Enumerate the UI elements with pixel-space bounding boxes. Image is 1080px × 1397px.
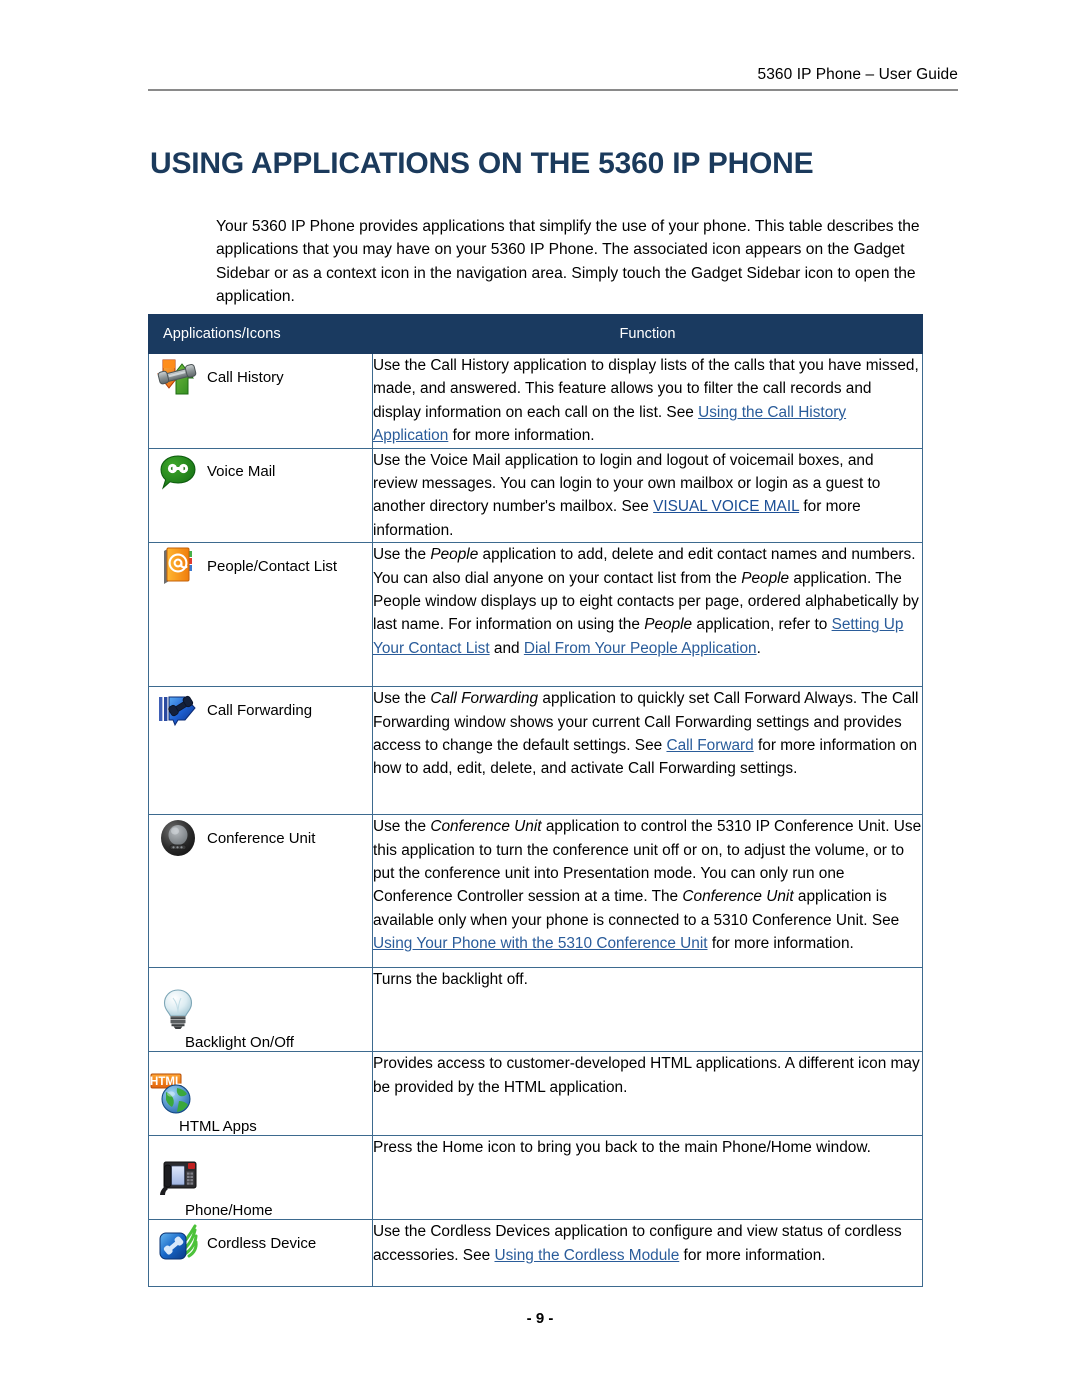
function-cell: Use the People application to add, delet… (372, 542, 923, 688)
backlight-icon (155, 986, 372, 1032)
icon-cell-call-forwarding: Call Forwarding (148, 686, 373, 816)
emphasis-text: People (644, 616, 693, 634)
icon-cell-phone-home: Phone/Home (148, 1135, 373, 1221)
people-contact-list-icon (155, 543, 201, 589)
conference-unit-icon (155, 815, 201, 861)
icon-cell-cordless-device: Cordless Device (148, 1219, 373, 1288)
call-history-icon (155, 354, 201, 400)
table-row: Conference Unit Use the Conference Unit … (148, 814, 923, 969)
function-cell: Use the Call Forwarding application to q… (372, 686, 923, 816)
icon-cell-html-apps: HTML HTML Apps (148, 1051, 373, 1137)
body-text: and (489, 639, 524, 657)
running-header-text: 5360 IP Phone – User Guide (757, 66, 958, 83)
function-cell: Use the Cordless Devices application to … (372, 1219, 923, 1288)
table-row: Backlight On/Off Turns the backlight off… (148, 967, 923, 1053)
cordless-device-icon (155, 1220, 201, 1266)
cross-reference-link[interactable]: Using Your Phone with the 5310 Conferenc… (373, 935, 708, 952)
icon-label: People/Contact List (207, 557, 338, 575)
body-text: Use the (373, 818, 431, 836)
icon-label: Phone/Home (185, 1202, 273, 1220)
table-row: Call Forwarding Use the Call Forwarding … (148, 686, 923, 816)
table-row: Voice Mail Use the Voice Mail applicatio… (148, 447, 923, 544)
icon-label: Call Forwarding (207, 701, 313, 719)
voice-mail-icon (155, 449, 201, 495)
page-title: USING APPLICATIONS ON THE 5360 IP PHONE (150, 147, 814, 181)
body-text: Use the (373, 690, 431, 708)
column-header-applications: Applications/Icons (148, 314, 373, 354)
emphasis-text: Call Forwarding (430, 690, 539, 708)
function-cell: Press the Home icon to bring you back to… (372, 1135, 923, 1221)
icon-cell-call-history: Call History (148, 353, 373, 449)
body-text: for more information. (448, 427, 595, 445)
emphasis-text: Conference Unit (682, 888, 794, 906)
body-text: . (756, 639, 761, 657)
icon-label: Call History (207, 368, 284, 386)
icon-label: Voice Mail (207, 463, 276, 481)
table-header-row: Applications/Icons Function (148, 314, 923, 354)
function-cell: Use the Call History application to disp… (372, 353, 923, 449)
body-text: for more information. (679, 1246, 826, 1264)
phone-home-icon (155, 1154, 372, 1200)
cross-reference-link[interactable]: Using the Cordless Module (494, 1247, 679, 1264)
cross-reference-link[interactable]: VISUAL VOICE MAIL (653, 498, 799, 515)
icon-cell-backlight: Backlight On/Off (148, 967, 373, 1053)
column-header-function: Function (372, 314, 923, 354)
call-forwarding-icon (155, 687, 201, 733)
function-cell: Turns the backlight off. (372, 967, 923, 1053)
emphasis-text: People (430, 546, 479, 564)
emphasis-text: Conference Unit (430, 818, 542, 836)
body-text: Turns the backlight off. (373, 971, 528, 989)
body-text: Use the (373, 546, 431, 564)
applications-table: Applications/Icons Function Call History… (148, 314, 923, 1288)
icon-label: Backlight On/Off (185, 1034, 294, 1052)
body-text: Press the Home icon to bring you back to… (373, 1139, 871, 1157)
body-text: for more information. (707, 935, 854, 953)
cross-reference-link[interactable]: Call Forward (666, 737, 753, 754)
emphasis-text: People (741, 569, 790, 587)
table-row: HTML HTML Apps Provides access to custom… (148, 1051, 923, 1137)
intro-paragraph: Your 5360 IP Phone provides applications… (216, 217, 920, 306)
icon-label: Cordless Device (207, 1234, 317, 1252)
function-cell: Use the Conference Unit application to c… (372, 814, 923, 969)
function-cell: Use the Voice Mail application to login … (372, 447, 923, 544)
icon-label: HTML Apps (179, 1118, 257, 1136)
function-cell: Provides access to customer-developed HT… (372, 1051, 923, 1137)
table-row: Cordless Device Use the Cordless Devices… (148, 1219, 923, 1288)
icon-cell-conference-unit: Conference Unit (148, 814, 373, 969)
html-apps-icon: HTML (149, 1070, 372, 1116)
table-row: People/Contact List Use the People appli… (148, 542, 923, 688)
icon-label: Conference Unit (207, 829, 316, 847)
body-text: application, refer to (692, 616, 832, 634)
body-text: Provides access to customer-developed HT… (373, 1055, 920, 1096)
cross-reference-link[interactable]: Dial From Your People Application (524, 640, 757, 657)
table-body: Call History Use the Call History applic… (148, 353, 923, 1288)
running-header: 5360 IP Phone – User Guide (148, 66, 958, 91)
document-page: 5360 IP Phone – User Guide USING APPLICA… (0, 0, 1080, 1397)
table-row: Phone/Home Press the Home icon to bring … (148, 1135, 923, 1221)
icon-cell-voice-mail: Voice Mail (148, 447, 373, 544)
header-rule (148, 89, 958, 91)
page-footer: - 9 - (526, 1310, 554, 1327)
icon-cell-people-contact-list: People/Contact List (148, 542, 373, 688)
table-row: Call History Use the Call History applic… (148, 353, 923, 449)
